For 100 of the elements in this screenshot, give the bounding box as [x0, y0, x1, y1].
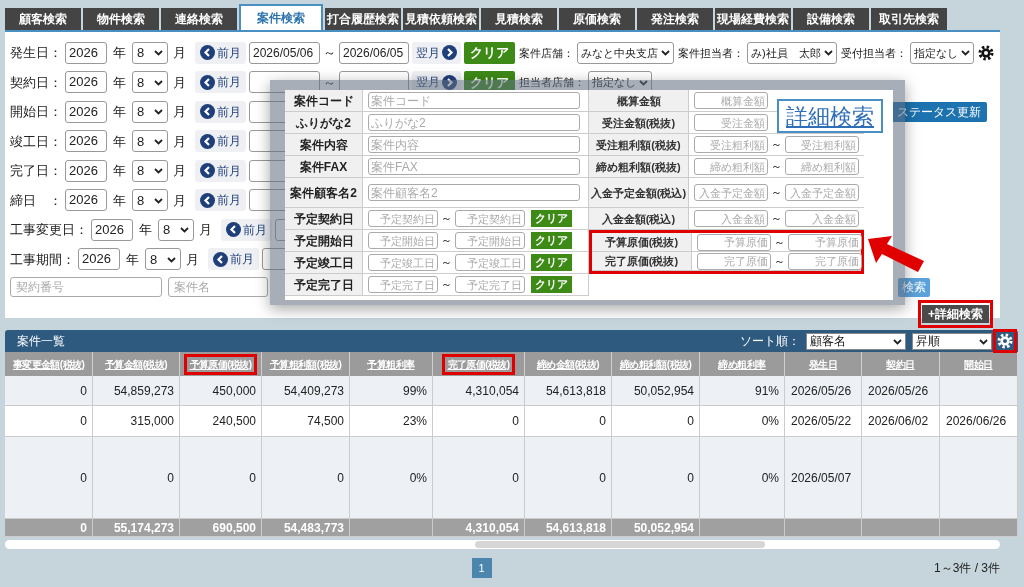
month-select[interactable]: 8 [158, 218, 194, 241]
next-month-button[interactable]: 翌月 [412, 41, 461, 64]
sort-order-select[interactable]: 昇順 [912, 332, 992, 350]
tab[interactable]: 見積検索 [481, 8, 557, 30]
text-field[interactable]: 概算金額 [694, 92, 768, 109]
prev-month-button[interactable]: 前月 [195, 71, 246, 94]
prev-month-button[interactable]: 前月 [195, 130, 246, 153]
year-field[interactable]: 2026 [65, 100, 107, 123]
table-cell-text: 55,174,273 [113, 519, 174, 537]
prev-month-button[interactable]: 前月 [195, 159, 246, 182]
text-field[interactable]: 予定契約日 [368, 210, 438, 227]
text-field[interactable]: 受注金額 [694, 114, 768, 131]
year-field[interactable]: 2026 [78, 248, 120, 271]
row-label: 案件内容 [285, 134, 363, 155]
text-field[interactable]: 予算原価 [788, 233, 862, 251]
prev-month-button[interactable]: 前月 [195, 100, 246, 123]
table-cell-text: 0 [687, 469, 694, 487]
dropdown[interactable]: みなと中央支店 [577, 41, 674, 64]
year-field[interactable]: 2026 [65, 159, 107, 182]
text-field[interactable]: 予定完了日 [368, 276, 438, 293]
table-cell-text: 0 [80, 519, 87, 537]
text-field[interactable]: 予定開始日 [455, 232, 525, 249]
month-select[interactable]: 8 [145, 248, 181, 271]
text-field[interactable]: 案件顧客名2 [368, 184, 580, 201]
clear-button[interactable]: クリア [531, 232, 572, 249]
tilde-label: ～ [774, 253, 785, 269]
unit-label: 年 [112, 44, 127, 62]
text-field[interactable]: 案件FAX [368, 158, 580, 175]
year-field[interactable]: 2026 [91, 218, 133, 241]
detail-search-button[interactable]: +詳細検索 [922, 305, 989, 323]
month-select[interactable]: 8 [132, 41, 168, 64]
text-field[interactable]: 締め粗利額 [785, 158, 859, 175]
clear-button[interactable]: クリア [531, 210, 572, 227]
tab[interactable]: 連絡検索 [161, 8, 237, 30]
text-field[interactable]: 予定完了日 [455, 276, 525, 293]
year-field[interactable]: 2026 [65, 41, 107, 64]
sort-field-select[interactable]: 顧客名 [806, 332, 906, 350]
dropdown[interactable]: 指定なし [909, 41, 974, 64]
tab[interactable]: 顧客検索 [5, 8, 81, 30]
text-field[interactable]: 予定竣工日 [455, 254, 525, 271]
month-select[interactable]: 8 [132, 100, 168, 123]
text-field[interactable]: 案件名 [168, 277, 268, 297]
prev-month-button[interactable]: 前月 [195, 189, 246, 212]
text-field[interactable]: 締め粗利額 [694, 158, 768, 175]
unit-label: 年 [112, 132, 127, 151]
table-cell-text: 0 [599, 413, 606, 430]
text-field[interactable]: 入金金額 [785, 210, 859, 227]
text-field[interactable]: 入金金額 [694, 210, 768, 227]
text-field[interactable]: 予算原価 [697, 233, 771, 251]
text-field[interactable]: 入金予定金額 [785, 184, 859, 201]
text-field[interactable]: 契約番号 [10, 277, 162, 297]
text-field[interactable]: 入金予定金額 [694, 184, 768, 201]
text-field[interactable]: 完了原価 [697, 252, 771, 270]
text-field[interactable]: 予定契約日 [455, 210, 525, 227]
text-field[interactable]: 予定開始日 [368, 232, 438, 249]
year-field[interactable]: 2026 [65, 130, 107, 153]
table-cell-text: 2026/05/22 [791, 413, 852, 430]
table-cell-text: 91% [754, 382, 779, 400]
clear-button[interactable]: クリア [464, 41, 515, 64]
row-label: 案件顧客名2 [285, 178, 363, 207]
tab[interactable]: 取引先検索 [871, 8, 947, 30]
tilde-label: ～ [441, 277, 452, 293]
page-button[interactable]: 1 [471, 558, 492, 578]
tab[interactable]: 見積依頼検索 [403, 8, 479, 30]
tab[interactable]: 物件検索 [83, 8, 159, 30]
text-field[interactable]: 案件コード [368, 92, 580, 109]
prev-month-button[interactable]: 前月 [208, 248, 259, 271]
row-label: 予定契約日 [285, 208, 363, 229]
month-select[interactable]: 8 [132, 130, 168, 153]
dropdown[interactable]: み)社員 太郎 [747, 41, 837, 64]
unit-label: 月 [172, 73, 187, 92]
text-field[interactable]: 受注粗利額 [694, 136, 768, 153]
prev-month-button[interactable]: 前月 [221, 218, 272, 241]
month-select[interactable]: 8 [132, 159, 168, 182]
table-cell-text: 50,052,954 [633, 382, 694, 400]
tab[interactable]: 案件検索 [239, 4, 323, 30]
date-field[interactable]: 2026/06/05 [339, 41, 409, 64]
clear-button[interactable]: クリア [531, 254, 572, 271]
field-label: 開始日： [10, 103, 62, 121]
year-field[interactable]: 2026 [65, 189, 107, 212]
year-field[interactable]: 2026 [65, 71, 107, 94]
status-update-button[interactable]: ステータス更新 [891, 101, 987, 122]
clear-button[interactable]: クリア [531, 276, 572, 293]
tab[interactable]: 現場経費検索 [715, 8, 791, 30]
text-field[interactable]: 予定竣工日 [368, 254, 438, 271]
prev-month-button[interactable]: 前月 [195, 41, 246, 64]
tab[interactable]: 打合履歴検索 [325, 8, 401, 30]
month-select[interactable]: 8 [132, 189, 168, 212]
row-label: 案件コード [285, 90, 363, 111]
tab[interactable]: 原価検索 [559, 8, 635, 30]
text-field[interactable]: 案件内容 [368, 136, 580, 153]
text-field[interactable]: 完了原価 [788, 252, 862, 270]
tab[interactable]: 設備検索 [793, 8, 869, 30]
text-field[interactable]: ふりがな2 [368, 114, 580, 131]
month-select[interactable]: 8 [132, 71, 168, 94]
field-label: 竣工日： [10, 132, 62, 151]
table-cell-text: 2026/05/26 [791, 382, 852, 400]
date-field[interactable]: 2026/05/06 [249, 41, 320, 64]
tab[interactable]: 発注検索 [637, 8, 713, 30]
text-field[interactable]: 受注粗利額 [785, 136, 859, 153]
